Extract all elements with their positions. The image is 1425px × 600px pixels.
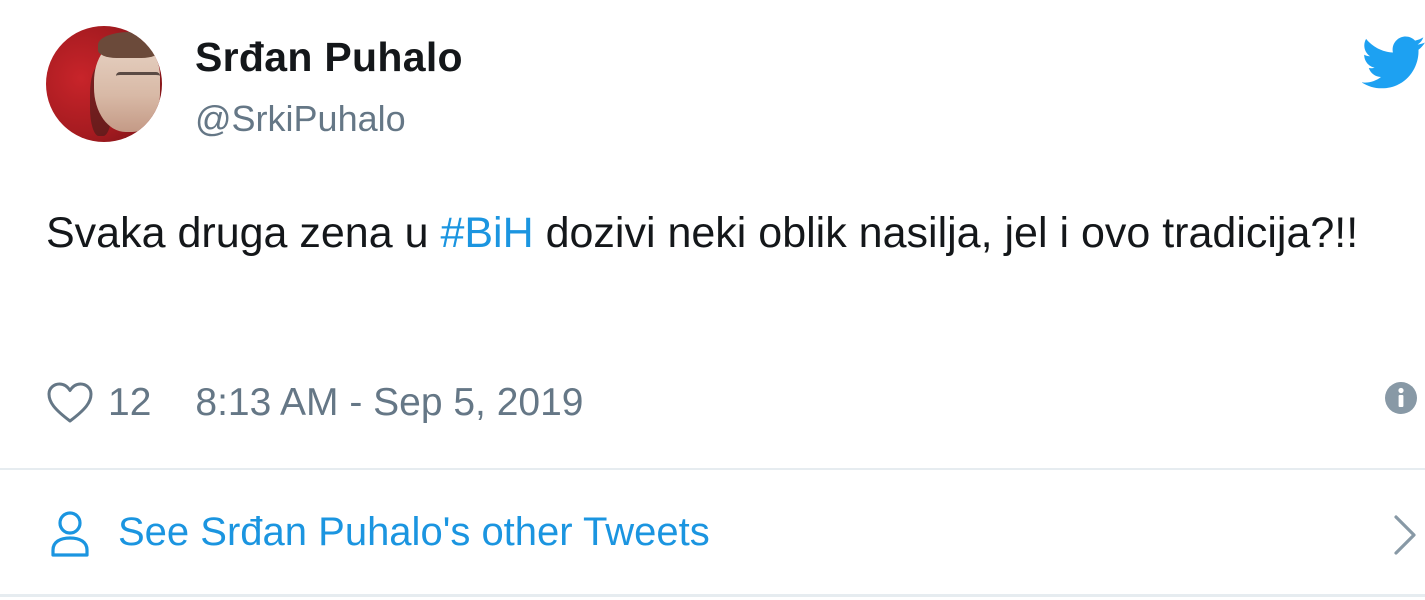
tweet-text-before: Svaka druga zena u [46, 209, 441, 257]
timestamp-link[interactable]: 8:13 AM - Sep 5, 2019 [195, 381, 583, 425]
like-count: 12 [108, 381, 152, 424]
twitter-bird-icon[interactable] [1362, 34, 1425, 90]
avatar-glasses [116, 72, 160, 82]
author-handle[interactable]: @SrkiPuhalo [195, 98, 406, 140]
tweet-text: Svaka druga zena u #BiH dozivi neki obli… [46, 196, 1421, 271]
hashtag-link[interactable]: #BiH [440, 209, 533, 257]
other-tweets-label[interactable]: See Srđan Puhalo's other Tweets [118, 510, 710, 555]
heart-icon[interactable] [46, 381, 94, 425]
person-icon [51, 511, 89, 557]
avatar[interactable] [46, 26, 162, 142]
tweet-card: Srđan Puhalo @SrkiPuhalo Svaka druga zen… [0, 0, 1425, 600]
chevron-right-icon[interactable] [1392, 514, 1418, 556]
tweet-text-after: dozivi neki oblik nasilja, jel i ovo tra… [533, 209, 1359, 257]
info-icon[interactable] [1384, 381, 1418, 415]
tweet-meta: 12 8:13 AM - Sep 5, 2019 [46, 376, 584, 430]
divider-bottom [0, 594, 1425, 597]
author-name[interactable]: Srđan Puhalo [195, 34, 463, 81]
avatar-hair [98, 32, 160, 58]
